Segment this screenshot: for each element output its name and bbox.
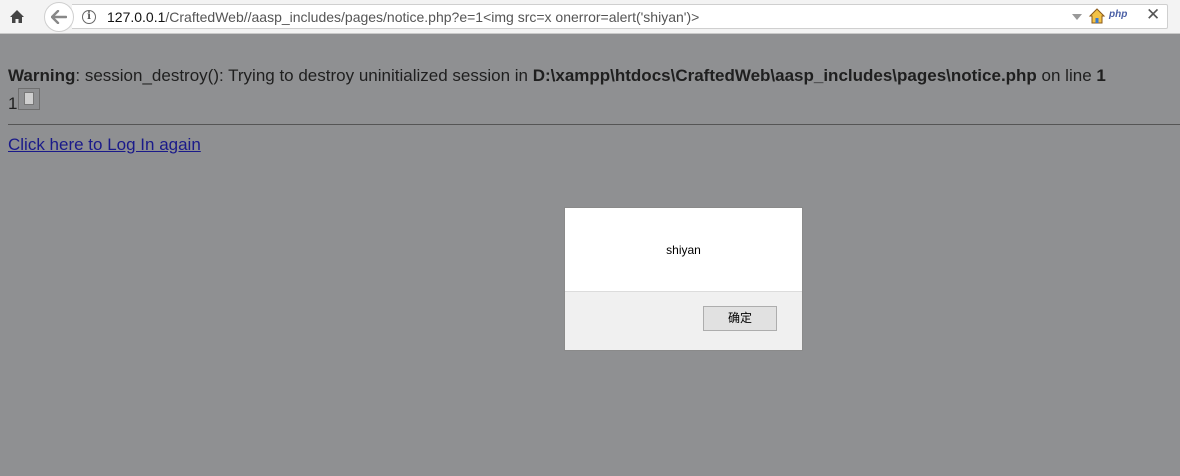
alert-message: shiyan (666, 243, 701, 257)
php-warning: Warning: session_destroy(): Trying to de… (8, 66, 1106, 86)
browser-toolbar: i 127.0.0.1/CraftedWeb//aasp_includes/pa… (0, 0, 1180, 34)
warning-text: : session_destroy(): Trying to destroy u… (75, 66, 533, 85)
url-path: /CraftedWeb//aasp_includes/pages/notice.… (165, 9, 700, 25)
divider (8, 124, 1180, 125)
broken-image-icon (18, 88, 40, 110)
url-text[interactable]: 127.0.0.1/CraftedWeb//aasp_includes/page… (107, 9, 699, 25)
close-icon[interactable]: ✕ (1146, 5, 1160, 25)
info-icon[interactable]: i (82, 10, 96, 24)
chevron-down-icon[interactable] (1072, 14, 1082, 20)
output-one: 1 (8, 94, 18, 113)
back-arrow-icon (51, 10, 67, 24)
house-icon[interactable] (1088, 7, 1106, 30)
home-icon[interactable] (6, 6, 28, 26)
warning-online: on line (1036, 66, 1097, 85)
warning-label: Warning (8, 66, 76, 85)
php-extension-icon[interactable]: php (1109, 9, 1127, 20)
warning-path: D:\xampp\htdocs\CraftedWeb\aasp_includes… (532, 66, 1037, 85)
login-again-link[interactable]: Click here to Log In again (8, 135, 201, 155)
warning-line-number: 1 (1096, 66, 1106, 85)
alert-dialog: shiyan 确定 (564, 207, 803, 351)
alert-body: shiyan (565, 208, 802, 292)
back-button[interactable] (44, 2, 74, 32)
url-host: 127.0.0.1 (107, 9, 166, 25)
ok-button[interactable]: 确定 (703, 306, 777, 331)
url-bar[interactable]: i 127.0.0.1/CraftedWeb//aasp_includes/pa… (72, 4, 1168, 29)
